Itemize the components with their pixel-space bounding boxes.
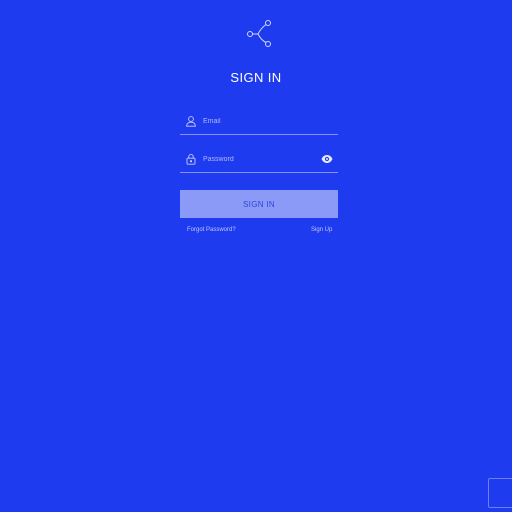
sign-up-link[interactable]: Sign Up: [311, 227, 332, 233]
email-field-container: [180, 108, 338, 135]
sign-in-button[interactable]: SIGN IN: [180, 190, 338, 218]
share-nodes-icon: [244, 18, 276, 50]
user-icon: [185, 115, 197, 127]
email-input[interactable]: [203, 117, 338, 125]
eye-icon[interactable]: [321, 154, 333, 164]
forgot-password-link[interactable]: Forgot Password?: [187, 227, 236, 233]
page-title: SIGN IN: [230, 70, 282, 85]
lock-icon: [185, 153, 197, 165]
password-field-container: [180, 146, 338, 173]
corner-widget: [488, 478, 512, 508]
password-input[interactable]: [203, 155, 321, 163]
